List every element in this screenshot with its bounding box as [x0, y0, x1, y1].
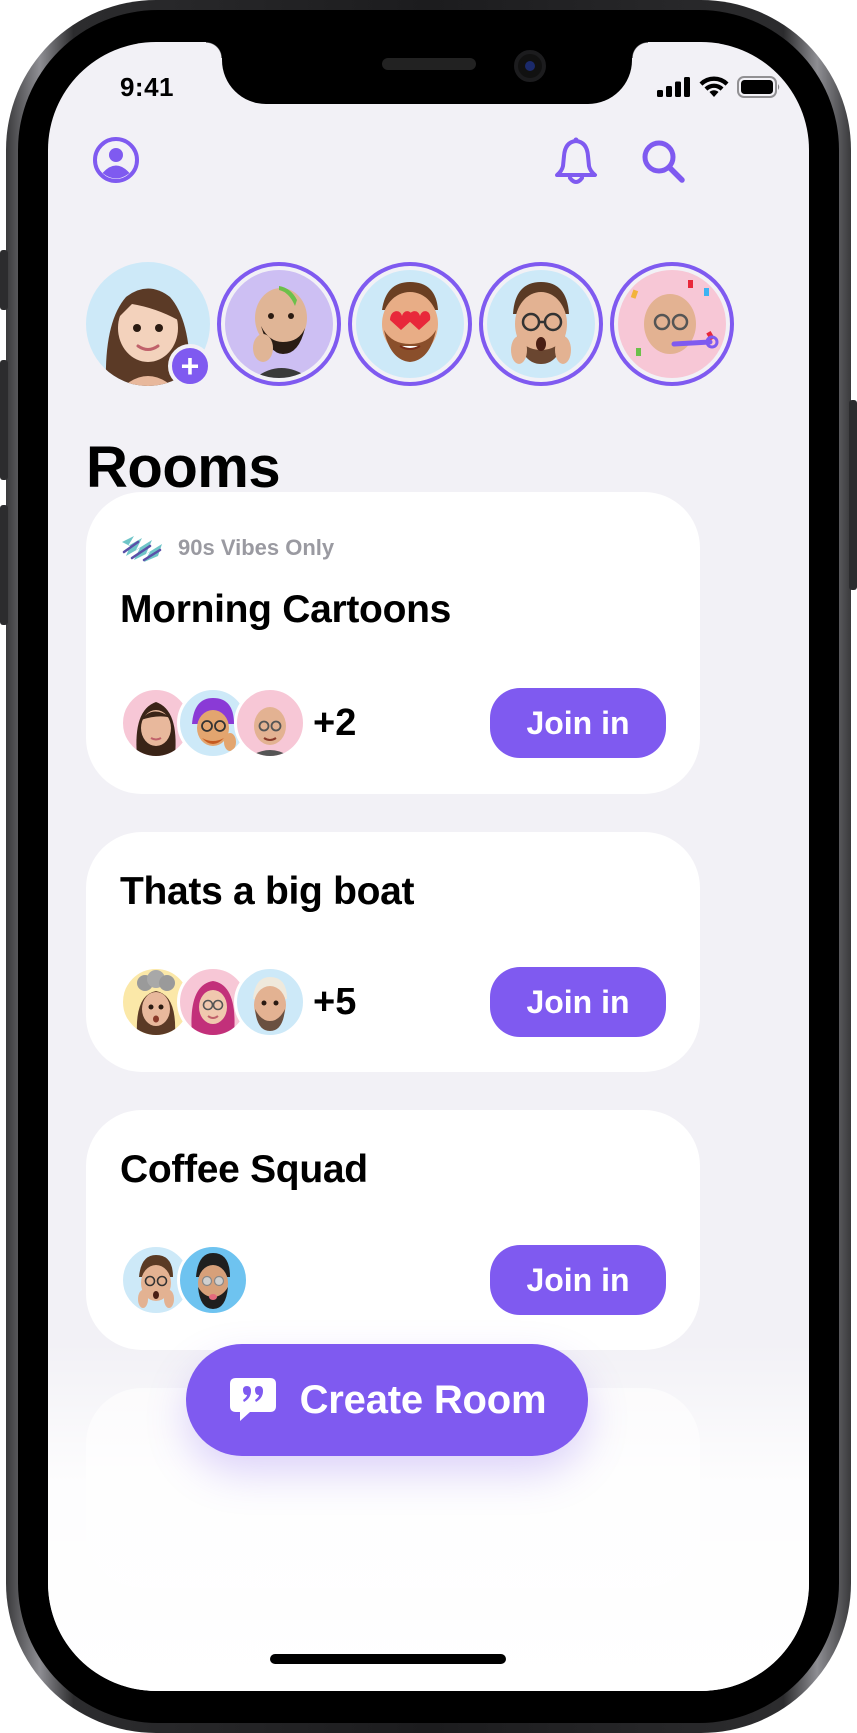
volume-down-button	[0, 505, 8, 625]
room-tag: 90s Vibes Only	[120, 532, 334, 564]
room-participants: +5	[120, 966, 356, 1038]
room-card[interactable]: 90s Vibes Only Morning Cartoons +2 Join …	[86, 492, 700, 794]
story-avatar[interactable]	[348, 262, 472, 386]
participant-avatar	[234, 687, 306, 759]
join-button[interactable]: Join in	[490, 688, 666, 758]
room-participants: +2	[120, 687, 356, 759]
silent-switch	[0, 250, 8, 310]
room-title: Morning Cartoons	[120, 588, 452, 631]
profile-button[interactable]	[92, 136, 140, 184]
stories-row: +	[86, 262, 809, 392]
join-button[interactable]: Join in	[490, 1245, 666, 1315]
room-title: Coffee Squad	[120, 1148, 368, 1191]
notifications-button[interactable]	[552, 136, 600, 186]
participant-avatar	[177, 1244, 249, 1316]
join-button[interactable]: Join in	[490, 967, 666, 1037]
search-icon	[642, 140, 685, 183]
add-story-button[interactable]: +	[168, 344, 212, 388]
story-avatar[interactable]	[610, 262, 734, 386]
create-room-label: Create Room	[299, 1377, 547, 1422]
status-icons	[657, 76, 781, 98]
avatar	[225, 270, 333, 378]
person-circle-icon	[93, 137, 139, 183]
my-story[interactable]: +	[86, 262, 212, 388]
search-button[interactable]	[640, 138, 686, 184]
cellular-signal-icon	[657, 77, 690, 97]
notch	[206, 42, 648, 104]
room-card[interactable]: Coffee Squad Join in	[86, 1110, 700, 1350]
avatar	[356, 270, 464, 378]
battery-icon	[737, 76, 780, 98]
room-card[interactable]: Thats a big boat +5 Join in	[86, 832, 700, 1072]
front-camera	[514, 50, 546, 82]
bell-icon	[555, 137, 597, 184]
home-indicator[interactable]	[270, 1654, 506, 1664]
club-logo-icon	[122, 536, 162, 562]
avatar	[618, 270, 726, 378]
volume-up-button	[0, 360, 8, 480]
story-avatar[interactable]	[217, 262, 341, 386]
wifi-icon	[699, 76, 729, 97]
room-participants	[120, 1244, 249, 1316]
app-screen: 9:41 + Rooms 90s Vibes Only Morning Cart…	[48, 42, 809, 1691]
create-room-button[interactable]: Create Room	[186, 1344, 588, 1456]
speaker-grille	[382, 58, 476, 70]
avatar	[487, 270, 595, 378]
quote-bubble-icon	[229, 1378, 276, 1421]
room-title: Thats a big boat	[120, 870, 415, 913]
more-participants-count: +2	[313, 701, 357, 744]
more-participants-count: +5	[313, 980, 357, 1023]
story-avatar[interactable]	[479, 262, 603, 386]
participant-avatar	[234, 966, 306, 1038]
power-button	[849, 400, 857, 590]
status-time: 9:41	[119, 72, 175, 102]
page-title: Rooms	[86, 435, 281, 500]
room-tag-label: 90s Vibes Only	[178, 535, 335, 560]
